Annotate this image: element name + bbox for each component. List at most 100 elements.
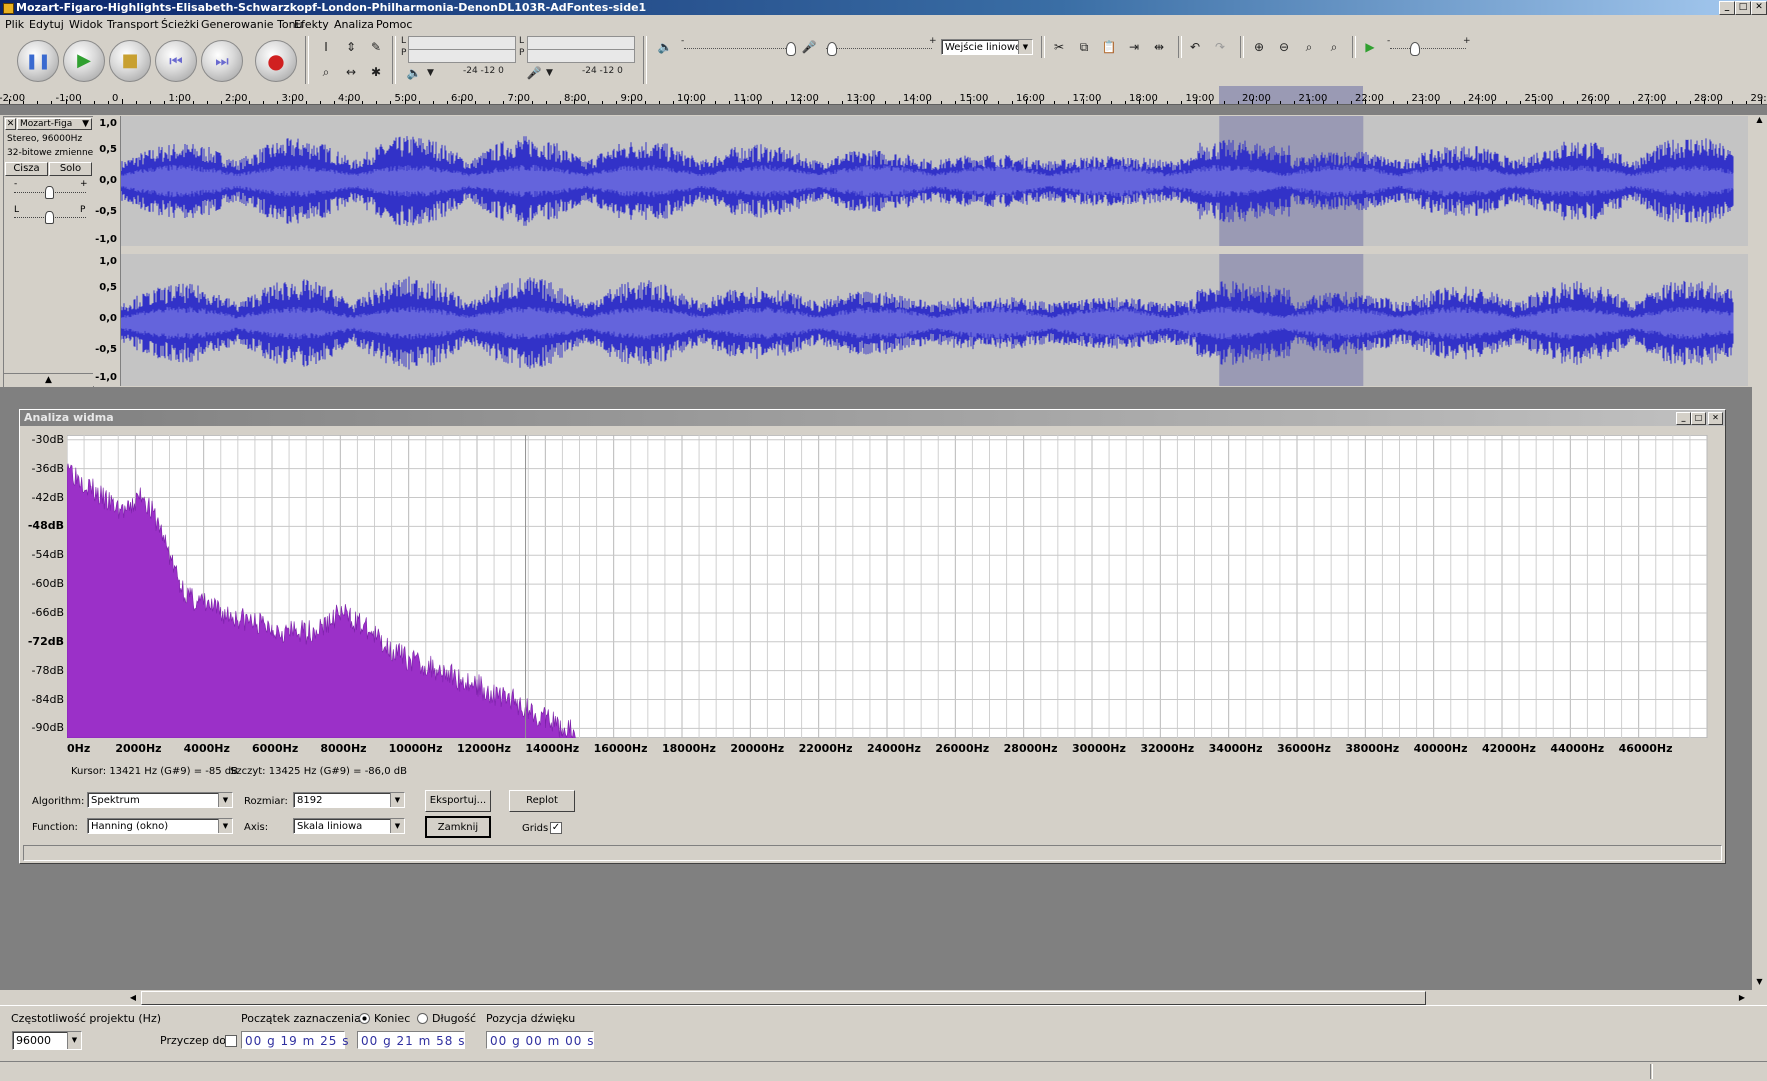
maximize-button[interactable]: □ — [1735, 1, 1751, 15]
length-radio[interactable] — [417, 1013, 428, 1024]
trim-icon[interactable]: ⇥ — [1125, 38, 1143, 56]
ruler-label: 4:00 — [338, 93, 360, 104]
gain-slider-thumb[interactable] — [45, 186, 54, 199]
zoom-out-icon[interactable]: ⊖ — [1275, 38, 1293, 56]
play-speed-thumb[interactable] — [1410, 42, 1420, 56]
mute-button[interactable]: Cisza — [5, 162, 48, 176]
project-rate-select[interactable]: 96000▼ — [12, 1031, 82, 1050]
spectrum-plot[interactable] — [67, 435, 1718, 738]
play-at-speed-icon[interactable]: ▶ — [1361, 38, 1379, 56]
hz-label: 26000Hz — [935, 742, 989, 755]
pan-slider-thumb[interactable] — [45, 211, 54, 224]
play-button[interactable]: ▶ — [63, 40, 105, 82]
input-meter-left[interactable] — [527, 36, 635, 50]
selection-end-field[interactable]: 00 g 21 m 58 s — [357, 1031, 465, 1049]
meter-dropdown-icon[interactable]: ▼ — [427, 68, 434, 78]
microphone-icon[interactable]: 🎤 — [525, 64, 543, 82]
skip-start-icon: ⏮ — [156, 41, 196, 81]
undo-icon[interactable]: ↶ — [1186, 38, 1204, 56]
chevron-down-icon: ▼ — [82, 119, 89, 129]
fit-selection-icon[interactable]: ⌕ — [1300, 38, 1318, 56]
horizontal-scrollbar[interactable]: ◀ ▶ — [0, 990, 1767, 1005]
multi-tool-icon[interactable]: ✱ — [367, 63, 385, 81]
gain-minus-label: - — [14, 179, 17, 189]
chevron-down-icon: ▼ — [390, 819, 404, 833]
timeline-ruler[interactable]: -2:00-1:0001:002:003:004:005:006:007:008… — [0, 86, 1767, 105]
export-button[interactable]: Eksportuj... — [425, 790, 491, 812]
redo-icon[interactable]: ↷ — [1211, 38, 1229, 56]
zoom-in-icon[interactable]: ⊕ — [1250, 38, 1268, 56]
speaker-icon[interactable]: 🔈 — [405, 64, 423, 82]
ruler-tick — [701, 101, 702, 104]
spectrum-close-button[interactable]: ✕ — [1708, 412, 1723, 425]
selection-start-field[interactable]: 00 g 19 m 25 s — [241, 1031, 345, 1049]
close-window-button[interactable]: ✕ — [1751, 1, 1767, 15]
scroll-down-icon[interactable]: ▼ — [1752, 977, 1767, 989]
audio-position-field[interactable]: 00 g 00 m 00 s — [486, 1031, 594, 1049]
ruler-tick — [1761, 99, 1762, 104]
solo-button[interactable]: Solo — [49, 162, 92, 176]
ruler-tick — [1294, 101, 1295, 104]
menu-efekty[interactable]: Efekty — [294, 18, 329, 31]
zoom-tool-icon[interactable]: ⌕ — [317, 63, 335, 81]
input-volume-thumb[interactable] — [827, 42, 837, 56]
draw-tool-icon[interactable]: ✎ — [367, 38, 385, 56]
track-close-button[interactable]: ✕ — [5, 118, 16, 130]
collapse-track-icon[interactable]: ▲ — [4, 373, 93, 387]
output-volume-thumb[interactable] — [786, 42, 796, 56]
vertical-scrollbar[interactable]: ▲ ▼ — [1752, 115, 1767, 990]
end-label: Koniec — [374, 1012, 410, 1025]
record-button[interactable]: ● — [255, 40, 297, 82]
waveform-display[interactable] — [121, 116, 1748, 386]
pause-button[interactable]: ❚❚ — [17, 40, 59, 82]
stop-button[interactable]: ■ — [109, 40, 151, 82]
snap-to-checkbox[interactable] — [225, 1035, 237, 1047]
play-speed-slider[interactable] — [1390, 48, 1466, 50]
size-select[interactable]: 8192▼ — [293, 792, 405, 808]
skip-start-button[interactable]: ⏮ — [155, 40, 197, 82]
spectrum-minimize-button[interactable]: _ — [1676, 412, 1691, 425]
fit-project-icon[interactable]: ⌕ — [1325, 38, 1343, 56]
menu-generowanie-tonu[interactable]: Generowanie Tonu — [201, 18, 303, 31]
grids-checkbox[interactable]: ✓ — [550, 822, 562, 834]
menu-sciezki[interactable]: Ścieżki — [161, 18, 199, 31]
function-select[interactable]: Hanning (okno)▼ — [87, 818, 233, 834]
timeshift-tool-icon[interactable]: ↔ — [342, 63, 360, 81]
menu-edytuj[interactable]: Edytuj — [29, 18, 64, 31]
ruler-tick — [277, 101, 278, 104]
hz-label: 4000Hz — [184, 742, 230, 755]
replot-button[interactable]: Replot — [509, 790, 575, 812]
end-radio[interactable] — [359, 1013, 370, 1024]
scroll-left-icon[interactable]: ◀ — [127, 992, 139, 1003]
envelope-tool-icon[interactable]: ⇕ — [342, 38, 360, 56]
silence-icon[interactable]: ⇹ — [1150, 38, 1168, 56]
minimize-button[interactable]: _ — [1719, 1, 1735, 15]
paste-icon[interactable]: 📋 — [1100, 38, 1118, 56]
close-button[interactable]: Zamknij — [425, 816, 491, 838]
selection-tool-icon[interactable]: I — [317, 38, 335, 56]
input-source-select[interactable]: Wejście liniowe▼ — [941, 39, 1033, 55]
scroll-right-icon[interactable]: ▶ — [1736, 992, 1748, 1003]
output-volume-slider[interactable] — [684, 48, 792, 50]
input-volume-slider[interactable] — [826, 48, 932, 50]
cut-icon[interactable]: ✂ — [1050, 38, 1068, 56]
output-meter-right[interactable] — [408, 49, 516, 63]
input-meter-right[interactable] — [527, 49, 635, 63]
menu-analiza[interactable]: Analiza — [334, 18, 374, 31]
axis-select[interactable]: Skala liniowa▼ — [293, 818, 405, 834]
output-meter-left[interactable] — [408, 36, 516, 50]
menu-plik[interactable]: Plik — [5, 18, 24, 31]
algorithm-select[interactable]: Spektrum▼ — [87, 792, 233, 808]
spectrum-maximize-button[interactable]: □ — [1691, 412, 1706, 425]
menu-transport[interactable]: Transport — [107, 18, 159, 31]
horizontal-scroll-thumb[interactable] — [141, 991, 1426, 1005]
menu-widok[interactable]: Widok — [69, 18, 103, 31]
menu-pomoc[interactable]: Pomoc — [376, 18, 412, 31]
copy-icon[interactable]: ⧉ — [1075, 38, 1093, 56]
scroll-up-icon[interactable]: ▲ — [1752, 115, 1767, 127]
track-name-menu[interactable]: Mozart-Figa▼ — [17, 118, 92, 130]
skip-end-button[interactable]: ⏭ — [201, 40, 243, 82]
selection-toolbar: Częstotliwość projektu (Hz) 96000▼ Przyc… — [0, 1005, 1767, 1062]
input-dropdown-icon[interactable]: ▼ — [546, 68, 553, 78]
ruler-tick — [489, 101, 490, 104]
